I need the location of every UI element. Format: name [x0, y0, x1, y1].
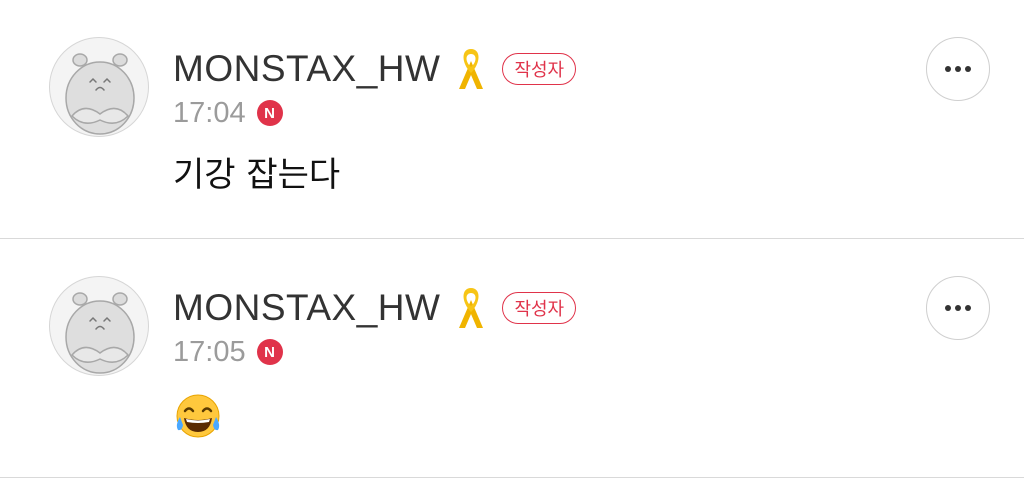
more-dot [965, 305, 971, 311]
author-line: MONSTAX_HW 작성자 [173, 46, 577, 92]
yellow-ribbon-icon [456, 286, 486, 330]
author-badge: 작성자 [502, 53, 577, 85]
more-dot [955, 305, 961, 311]
comment-text: 기강 잡는다 [173, 155, 341, 195]
new-badge: N [256, 100, 283, 126]
author-name[interactable]: MONSTAX_HW [173, 287, 440, 329]
more-dots-icon [945, 66, 951, 72]
more-dot [965, 66, 971, 72]
comment-time: 17:05 [173, 335, 246, 368]
more-options-button[interactable] [926, 37, 990, 101]
comment-item: MONSTAX_HW 작성자 17:04 N 기강 잡는다 [0, 0, 1024, 239]
more-dot [955, 66, 961, 72]
comment-time: 17:04 [173, 96, 246, 129]
avatar[interactable] [49, 276, 149, 376]
face-with-tears-of-joy-icon [173, 393, 223, 443]
comment-meta: 17:05 N [173, 333, 283, 371]
hamster-avatar-icon [65, 292, 135, 374]
yellow-ribbon-icon [456, 47, 486, 91]
more-options-button[interactable] [926, 276, 990, 340]
comment-meta: 17:04 N [173, 94, 283, 132]
author-name[interactable]: MONSTAX_HW [173, 48, 440, 90]
author-badge: 작성자 [502, 292, 577, 324]
new-badge: N [256, 339, 283, 365]
more-dots-icon [945, 305, 951, 311]
comment-item: MONSTAX_HW 작성자 17:05 N [0, 239, 1024, 478]
author-line: MONSTAX_HW 작성자 [173, 285, 577, 331]
avatar[interactable] [49, 37, 149, 137]
hamster-avatar-icon [65, 53, 135, 135]
